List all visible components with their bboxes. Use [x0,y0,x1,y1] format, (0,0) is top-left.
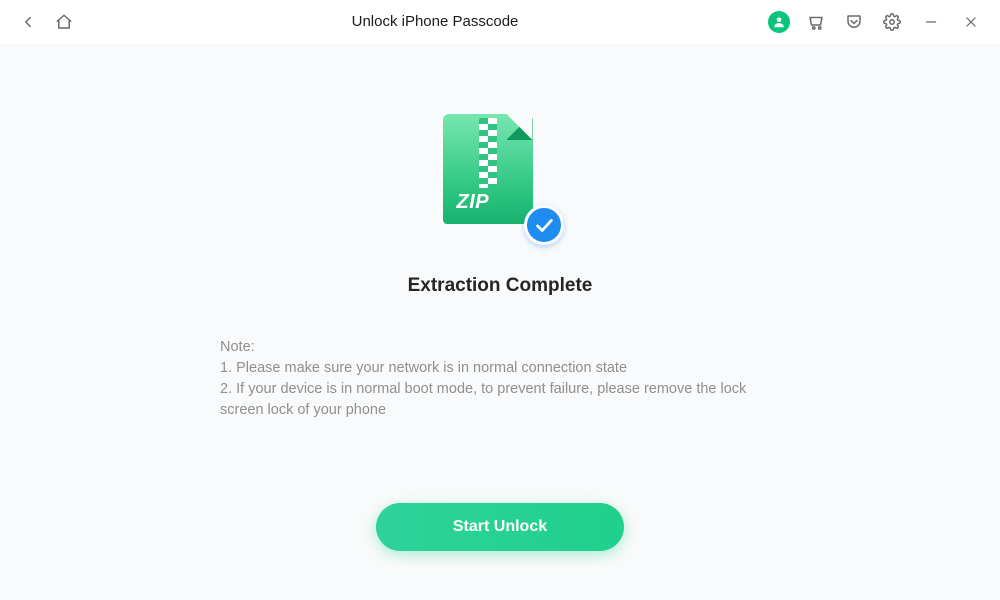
note-label: Note: [220,337,780,358]
close-icon [964,15,978,29]
settings-button[interactable] [876,6,908,38]
main-content: ZIP Extraction Complete Note: 1. Please … [0,44,1000,600]
page-heading: Extraction Complete [408,275,593,297]
start-unlock-button[interactable]: Start Unlock [376,503,624,551]
note-line-2: 2. If your device is in normal boot mode… [220,379,780,421]
note-block: Note: 1. Please make sure your network i… [220,337,780,421]
minimize-button[interactable] [914,6,948,38]
titlebar: Unlock iPhone Passcode [0,0,1000,44]
arrow-left-icon [19,13,37,31]
user-icon [772,15,786,29]
extraction-illustration: ZIP [443,114,558,239]
back-button[interactable] [12,6,44,38]
pocket-icon [845,13,863,31]
note-line-1: 1. Please make sure your network is in n… [220,358,780,379]
cart-button[interactable] [800,6,832,38]
app-window: Unlock iPhone Passcode [0,0,1000,600]
titlebar-right [698,6,988,38]
cart-icon [807,13,825,31]
home-icon [55,13,73,31]
window-title: Unlock iPhone Passcode [172,13,698,30]
feedback-button[interactable] [838,6,870,38]
close-button[interactable] [954,6,988,38]
account-button[interactable] [768,11,790,33]
gear-icon [883,13,901,31]
zip-file-icon: ZIP [443,114,533,224]
check-badge-icon [524,205,564,245]
zip-label: ZIP [457,191,490,214]
home-button[interactable] [48,6,80,38]
minimize-icon [924,15,938,29]
titlebar-left [12,6,172,38]
